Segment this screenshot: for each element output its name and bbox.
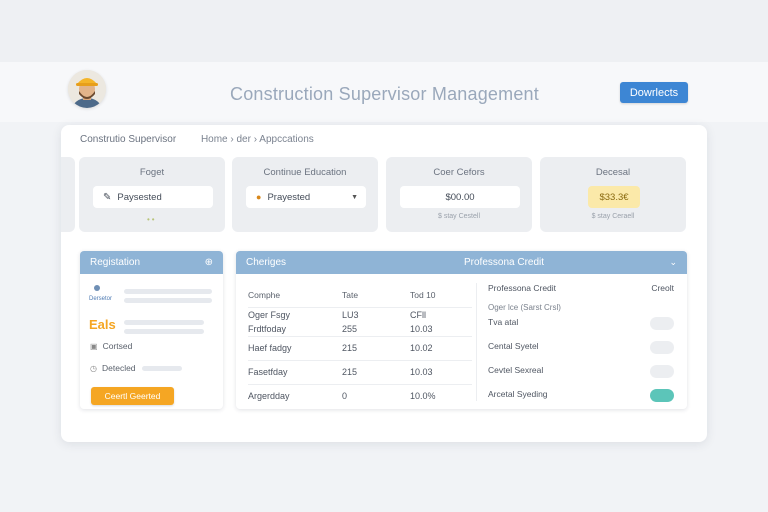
credit-toggle[interactable] [650, 365, 674, 378]
top-band [0, 0, 768, 62]
panel-title: Registation [90, 257, 141, 268]
table-cell: 10.03 [410, 322, 472, 337]
chevron-down-icon: ▼ [351, 193, 358, 201]
table-row[interactable]: Haef fadgy 215 10.02 [248, 336, 472, 361]
stat-card-forget: Foget ✎ Paysested •• [79, 157, 225, 232]
changes-panel: Cheriges Professona Credit ⌄ Comphe Tate… [236, 251, 687, 409]
download-button[interactable]: Dowrlects [620, 82, 688, 103]
panel-title: Cheriges [246, 257, 287, 268]
stat-select[interactable]: ● Prayested ▼ [246, 186, 366, 208]
table-cell: 0 [342, 391, 348, 402]
credit-subtitle: Oger lce (Sarst Crsl) [488, 303, 561, 312]
stat-value: $33.3€ [599, 191, 629, 203]
stat-field[interactable]: ✎ Paysested [93, 186, 213, 208]
breadcrumb-root[interactable]: Construtio Supervisor [80, 134, 176, 145]
table-cell: 255 [342, 322, 410, 337]
loading-dots-icon: •• [147, 215, 157, 224]
table-cell: Argerdday [248, 391, 290, 402]
clock-icon: ◷ [90, 363, 97, 373]
table-row[interactable]: Argerdday 0 10.0% [248, 384, 472, 408]
stat-title: Decesal [595, 167, 631, 178]
credit-toggle[interactable] [650, 389, 674, 402]
changes-table: Comphe Tate Tod 10 Oger Fsgy LU3 CFll Fr… [248, 283, 472, 408]
row-label: Cortsed [102, 341, 133, 351]
stat-value: $00.00 [445, 191, 475, 203]
credit-row: Cental Syetel [488, 341, 674, 354]
lock-icon[interactable]: ⊕ [205, 257, 213, 268]
placeholder-bar [124, 320, 204, 325]
status-dot-icon: ● [256, 192, 262, 202]
stat-value: Paysested [117, 191, 162, 203]
credit-row: Arcetal Syeding [488, 389, 674, 402]
stat-sub: $ stay Ceraell [591, 213, 635, 220]
credit-row: Tva atal [488, 317, 674, 330]
registration-row[interactable]: ◷ Detecled [90, 363, 182, 373]
stat-title: Coer Cefors [433, 167, 485, 178]
user-item-icon [90, 285, 100, 291]
table-row[interactable]: Fasetfday 215 10.03 [248, 360, 472, 385]
breadcrumb: Construtio Supervisor Home › der › Appcc… [80, 134, 314, 145]
registration-row[interactable]: ▣ Cortsed [90, 341, 132, 351]
generate-button[interactable]: Ceertl Geerted [91, 387, 174, 405]
table-cell: 215 [342, 336, 410, 361]
table-row[interactable]: Oger Fsgy LU3 CFll [248, 307, 472, 322]
brand-logo: Eals [89, 317, 116, 332]
table-cell: 10.02 [410, 336, 472, 361]
stat-title: Foget [139, 167, 165, 178]
panel-header: Registation ⊕ [80, 251, 223, 274]
pencil-icon: ✎ [103, 191, 112, 203]
table-cell: 10.03 [410, 360, 472, 385]
column-header: Professona Credit [488, 283, 557, 293]
stat-card-decesal: Decesal $33.3€ $ stay Ceraell [540, 157, 686, 232]
column-header: Creolt [651, 283, 674, 293]
placeholder-bar [141, 365, 182, 371]
stat-card-education: Continue Education ● Prayested ▼ [232, 157, 378, 232]
credit-label: Tva atal [488, 317, 519, 327]
column-header: Tod 10 [410, 283, 472, 308]
stat-sub: $ stay Cestell [437, 213, 481, 220]
credit-label: Cental Syetel [488, 341, 539, 351]
table-cell: Haef fadgy [248, 336, 342, 361]
credit-header-row: Professona Credit Creolt [488, 283, 674, 293]
credit-row: Cevtel Sexreal [488, 365, 674, 378]
stat-card-cefors: Coer Cefors $00.00 $ stay Cestell [386, 157, 532, 232]
table-cell: CFll [410, 309, 426, 320]
credit-label: Cevtel Sexreal [488, 365, 544, 375]
placeholder-bar [124, 298, 212, 303]
panel-header: Cheriges Professona Credit ⌄ [236, 251, 687, 274]
table-header-row: Comphe Tate Tod 10 [248, 283, 472, 308]
column-header: Tate [342, 283, 410, 308]
breadcrumb-path[interactable]: Home › der › Appccations [201, 134, 314, 145]
table-cell: Fasetfday [248, 360, 342, 385]
page-title: Construction Supervisor Management [230, 84, 539, 104]
credit-label: Arcetal Syeding [488, 389, 548, 399]
table-cell: Oger Fsgy [248, 309, 291, 320]
stat-strip-edge [61, 157, 75, 232]
table-cell: LU3 [342, 309, 359, 320]
row-label: Detecled [101, 363, 136, 373]
table-cell: 215 [342, 360, 410, 385]
column-header: Comphe [248, 283, 342, 308]
chevron-down-icon[interactable]: ⌄ [669, 257, 677, 268]
credit-title: Professona Credit [464, 257, 545, 268]
placeholder-bar [124, 289, 212, 294]
registration-panel: Registation ⊕ Dersetor Eals ▣ Cortsed ◷ … [80, 251, 223, 409]
placeholder-bar [124, 329, 204, 334]
table-row[interactable]: Frdtfoday 255 10.03 [248, 322, 472, 337]
table-cell: Frdtfoday [248, 322, 342, 337]
stat-value: Prayested [267, 191, 311, 203]
table-cell: 10.0% [410, 391, 436, 402]
document-icon: ▣ [90, 341, 98, 351]
worker-avatar-icon [68, 70, 106, 108]
stat-field: $00.00 [400, 186, 520, 208]
user-avatar[interactable] [68, 70, 106, 108]
credit-toggle[interactable] [650, 341, 674, 354]
item-label: Dersetor [89, 296, 113, 302]
credit-toggle[interactable] [650, 317, 674, 330]
stat-highlight: $33.3€ [588, 186, 640, 208]
divider [476, 283, 477, 401]
stat-title: Continue Education [263, 167, 347, 178]
